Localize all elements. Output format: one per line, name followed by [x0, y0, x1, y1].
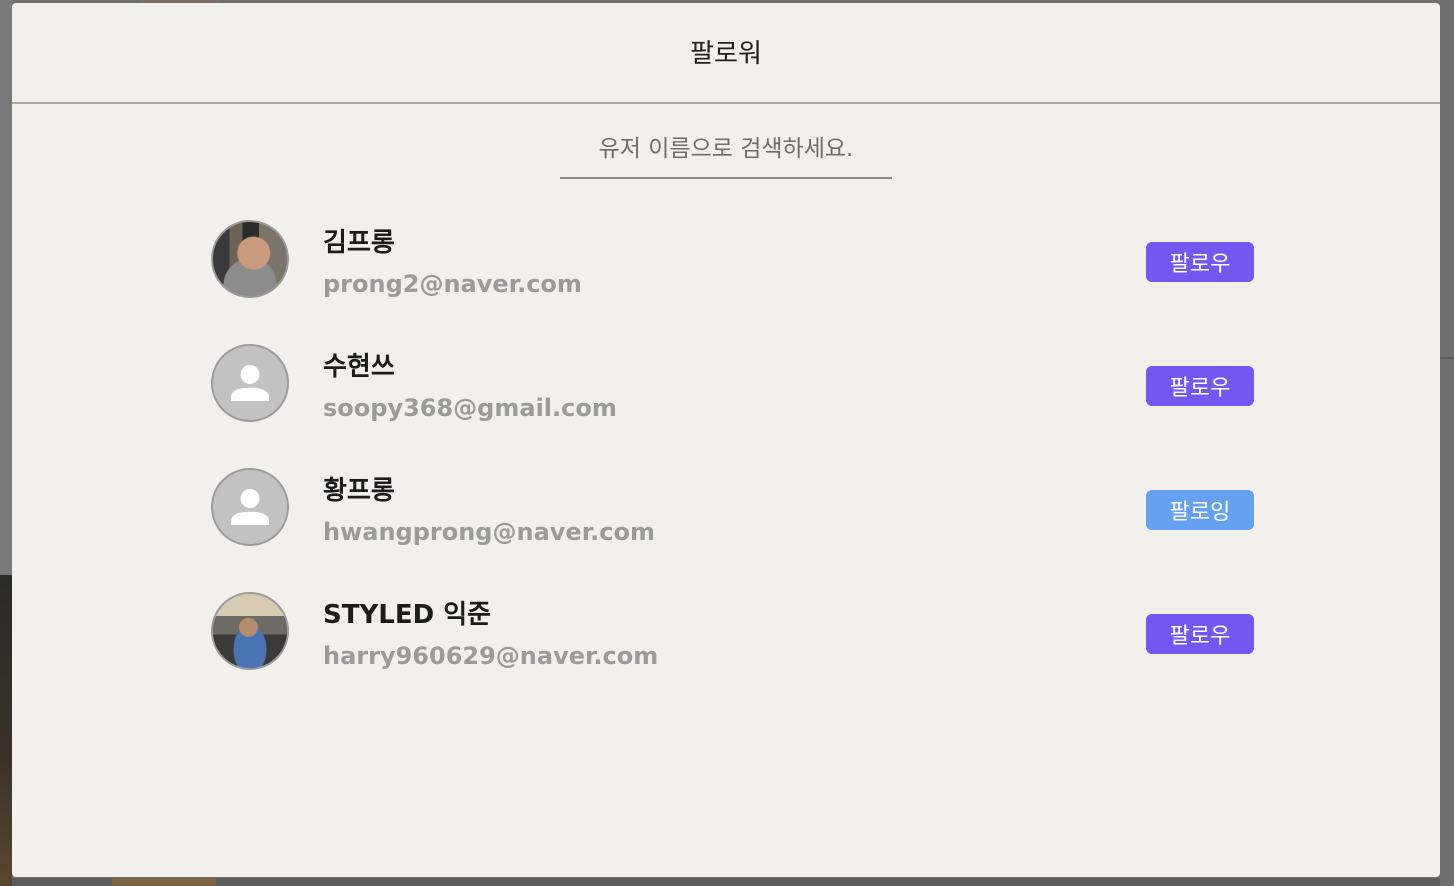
user-email: soopy368@gmail.com	[323, 394, 617, 422]
modal-header: 팔로워	[12, 3, 1440, 104]
background-divider	[1440, 357, 1454, 359]
background-photo-bottom	[112, 878, 216, 886]
avatar[interactable]	[211, 468, 289, 546]
user-name[interactable]: 김프롱	[323, 222, 395, 259]
following-button[interactable]: 팔로잉	[1146, 490, 1254, 530]
followers-modal: 팔로워 김프롱 prong2@naver.com 팔로우 수현쓰 soopy36…	[12, 3, 1440, 877]
search-input[interactable]	[560, 125, 892, 177]
list-item[interactable]: STYLED 익준 harry960629@naver.com 팔로우	[210, 590, 1254, 714]
follow-button[interactable]: 팔로우	[1146, 366, 1254, 406]
list-item[interactable]: 김프롱 prong2@naver.com 팔로우	[210, 218, 1254, 342]
avatar[interactable]	[211, 592, 289, 670]
user-list: 김프롱 prong2@naver.com 팔로우 수현쓰 soopy368@gm…	[210, 218, 1254, 714]
user-email: hwangprong@naver.com	[323, 518, 655, 546]
user-name[interactable]: 수현쓰	[323, 346, 395, 383]
user-email: harry960629@naver.com	[323, 642, 659, 670]
default-person-icon	[231, 364, 269, 402]
default-person-icon	[231, 488, 269, 526]
avatar[interactable]	[211, 344, 289, 422]
user-email: prong2@naver.com	[323, 270, 582, 298]
search-field	[560, 125, 892, 179]
list-item[interactable]: 수현쓰 soopy368@gmail.com 팔로우	[210, 342, 1254, 466]
background-page-bottom	[12, 878, 1440, 886]
list-item[interactable]: 황프롱 hwangprong@naver.com 팔로잉	[210, 466, 1254, 590]
follow-button[interactable]: 팔로우	[1146, 614, 1254, 654]
user-name[interactable]: 황프롱	[323, 470, 395, 507]
user-name[interactable]: STYLED 익준	[323, 594, 491, 631]
modal-title: 팔로워	[690, 39, 762, 69]
avatar[interactable]	[211, 220, 289, 298]
background-photo	[0, 575, 12, 886]
follow-button[interactable]: 팔로우	[1146, 242, 1254, 282]
